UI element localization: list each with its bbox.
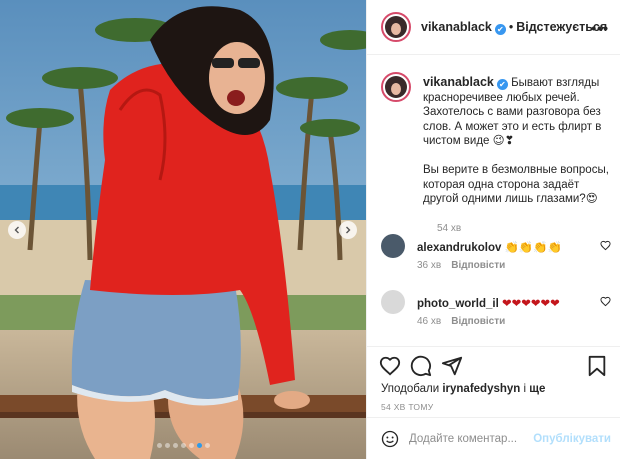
heart-icon[interactable]: [379, 355, 401, 377]
caption-text-2: Вы верите в безмолвные вопросы, которая …: [423, 163, 609, 206]
carousel-dot: [172, 443, 178, 448]
publish-button[interactable]: Опублікувати: [533, 433, 611, 445]
comments-area[interactable]: vikanablack ✔ Бывают взгляды красноречиве…: [367, 56, 620, 346]
post-actions: Уподобали irynafedyshyn і ще 54 ХВ ТОМУ …: [367, 346, 620, 459]
carousel-dot: [180, 443, 186, 448]
paper-plane-icon[interactable]: [441, 355, 463, 377]
carousel-dot: [196, 443, 202, 448]
liker-username[interactable]: irynafedyshyn: [442, 383, 520, 395]
carousel-dot: [156, 443, 162, 448]
comment-text: 👏👏👏👏: [504, 242, 562, 254]
likes-others-link[interactable]: ще: [529, 383, 545, 395]
add-comment-bar: Опублікувати: [367, 417, 620, 459]
likes-suffix: і: [523, 383, 527, 395]
more-options-icon[interactable]: •••: [591, 20, 609, 36]
likes-summary: Уподобали irynafedyshyn і ще: [381, 383, 545, 395]
caption-time[interactable]: 54 хв: [437, 223, 461, 234]
smiley-icon[interactable]: [381, 430, 399, 448]
chevron-right-icon: [346, 226, 351, 234]
post-photo: [0, 0, 366, 459]
author-username[interactable]: vikanablack: [421, 20, 492, 34]
likes-prefix: Уподобали: [381, 383, 440, 395]
comment-like-icon[interactable]: [600, 240, 611, 251]
carousel-prev-button[interactable]: [8, 221, 26, 239]
separator-dot: •: [508, 19, 514, 34]
post-panel: vikanablack ✔ • Відстежується ••• vikanabla…: [366, 0, 620, 459]
comment-input[interactable]: [409, 433, 529, 445]
post-timestamp[interactable]: 54 ХВ ТОМУ: [381, 402, 433, 412]
caption-avatar[interactable]: [381, 72, 411, 102]
verified-badge-icon: ✔: [496, 79, 508, 90]
post-media[interactable]: [0, 0, 366, 459]
post-header: vikanablack ✔ • Відстежується •••: [367, 0, 620, 55]
reply-button[interactable]: Відповісти: [451, 260, 505, 271]
commenter-avatar[interactable]: [381, 234, 405, 258]
comment-text: ❤❤❤❤❤❤: [501, 298, 560, 310]
comment-time[interactable]: 46 хв: [417, 316, 441, 327]
comment-time[interactable]: 36 хв: [417, 260, 441, 271]
commenter-avatar[interactable]: [381, 290, 405, 314]
commenter-username[interactable]: photo_world_il: [417, 298, 499, 310]
carousel-next-button[interactable]: [339, 221, 357, 239]
caption-username[interactable]: vikanablack: [423, 75, 494, 89]
verified-badge-icon: ✔: [494, 23, 506, 35]
carousel-dot: [188, 443, 194, 448]
comment-bubble-icon[interactable]: [410, 355, 432, 377]
carousel-indicator: [0, 443, 366, 448]
carousel-dot: [164, 443, 170, 448]
reply-button[interactable]: Відповісти: [451, 316, 505, 327]
carousel-dot: [204, 443, 210, 448]
commenter-username[interactable]: alexandrukolov: [417, 242, 501, 254]
bookmark-icon[interactable]: [587, 355, 607, 377]
author-avatar[interactable]: [381, 12, 411, 42]
comment-like-icon[interactable]: [600, 296, 611, 307]
chevron-left-icon: [14, 226, 19, 234]
